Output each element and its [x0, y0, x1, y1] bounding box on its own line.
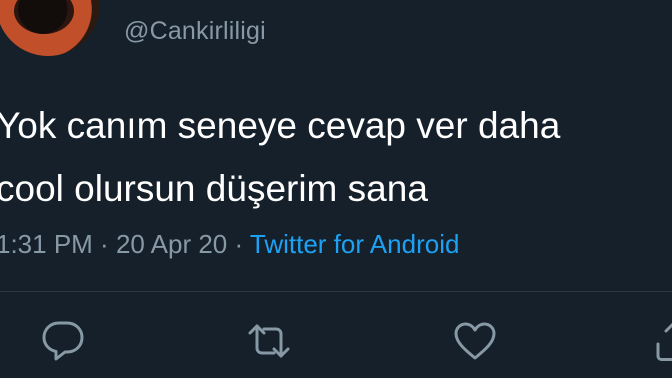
like-button[interactable] — [452, 318, 498, 364]
avatar-shade — [14, 0, 74, 34]
reply-button[interactable] — [40, 318, 86, 364]
tweet-source-link[interactable]: Twitter for Android — [250, 229, 460, 259]
meta-separator: · — [92, 229, 116, 259]
tweet-time[interactable]: 1:31 PM — [0, 229, 93, 259]
retweet-icon — [248, 324, 290, 358]
tweet-text: Yok canım seneye cevap ver daha cool olu… — [0, 94, 672, 220]
tweet-text-line: cool olursun düşerim sana — [0, 168, 428, 209]
divider — [0, 291, 672, 292]
reply-icon — [42, 321, 84, 361]
avatar[interactable] — [0, 0, 100, 56]
share-icon — [656, 322, 672, 361]
retweet-button[interactable] — [246, 318, 292, 364]
user-handle[interactable]: @Cankirliligi — [124, 17, 266, 46]
tweet-date[interactable]: 20 Apr 20 — [116, 229, 227, 259]
share-button[interactable] — [652, 318, 672, 364]
tweet-text-line: Yok canım seneye cevap ver daha — [0, 105, 561, 146]
tweet-meta: 1:31 PM · 20 Apr 20 · Twitter for Androi… — [0, 229, 459, 260]
meta-separator: · — [227, 229, 250, 259]
like-icon — [454, 322, 496, 360]
